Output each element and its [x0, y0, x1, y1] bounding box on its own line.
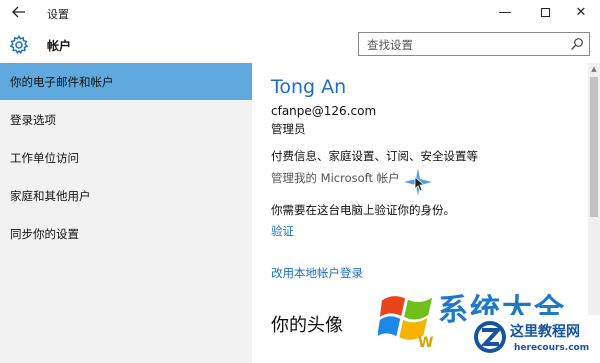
- sidebar-item-sync-settings[interactable]: 同步你的设置: [0, 215, 252, 252]
- sidebar-item-family-users[interactable]: 家庭和其他用户: [0, 177, 252, 214]
- local-account-sign-in-link[interactable]: 改用本地帐户登录: [271, 265, 363, 281]
- minimize-button[interactable]: —: [490, 3, 520, 23]
- sidebar-item-label: 家庭和其他用户: [10, 189, 91, 203]
- watermark: 系统大全 W 这里教程网 herecours.com: [378, 283, 600, 363]
- sidebar: 你的电子邮件和帐户 登录选项 工作单位访问 家庭和其他用户 同步你的设置: [0, 63, 252, 363]
- maximize-button[interactable]: [530, 3, 560, 23]
- maximize-icon: [540, 8, 550, 17]
- scroll-up-icon[interactable]: ▲: [588, 63, 600, 75]
- account-role: 管理员: [271, 122, 306, 136]
- verify-link[interactable]: 验证: [271, 223, 294, 239]
- sidebar-item-work-access[interactable]: 工作单位访问: [0, 139, 252, 176]
- verify-identity-text: 你需要在这台电脑上验证你的身份。: [271, 203, 455, 217]
- watermark-letter: W: [418, 335, 434, 351]
- sidebar-item-label: 工作单位访问: [10, 151, 79, 165]
- billing-info-text: 付费信息、家庭设置、订阅、安全设置等: [271, 149, 478, 163]
- watermark-badge: 这里教程网 herecours.com: [470, 315, 600, 363]
- search-icon[interactable]: [570, 37, 584, 51]
- sidebar-item-sign-in-options[interactable]: 登录选项: [0, 101, 252, 138]
- watermark-site-name: 这里教程网: [510, 324, 580, 340]
- avatar-heading: 你的头像: [271, 315, 343, 336]
- sidebar-item-email-accounts[interactable]: 你的电子邮件和帐户: [0, 63, 252, 100]
- close-button[interactable]: ✕: [566, 3, 596, 23]
- sidebar-item-label: 同步你的设置: [10, 227, 79, 241]
- scrollbar-thumb[interactable]: [590, 77, 598, 217]
- account-name: Tong An: [271, 76, 347, 98]
- gear-icon: [9, 34, 29, 55]
- sidebar-item-label: 登录选项: [10, 113, 56, 127]
- window-title: 设置: [47, 8, 69, 21]
- mouse-cursor-icon: [404, 168, 432, 196]
- search-input[interactable]: 查找设置: [358, 32, 590, 56]
- sidebar-item-label: 你的电子邮件和帐户: [10, 75, 114, 89]
- page-header: 帐户 查找设置: [0, 26, 600, 63]
- back-arrow-icon[interactable]: [8, 3, 30, 23]
- site-logo-icon: [474, 321, 506, 353]
- account-email: cfanpe@126.com: [271, 104, 377, 118]
- page-title: 帐户: [47, 39, 72, 53]
- manage-microsoft-account-link[interactable]: 管理我的 Microsoft 帐户: [271, 170, 400, 186]
- search-placeholder: 查找设置: [367, 38, 413, 52]
- watermark-site-url: herecours.com: [514, 343, 590, 353]
- title-bar: 设置 — ✕: [0, 0, 600, 26]
